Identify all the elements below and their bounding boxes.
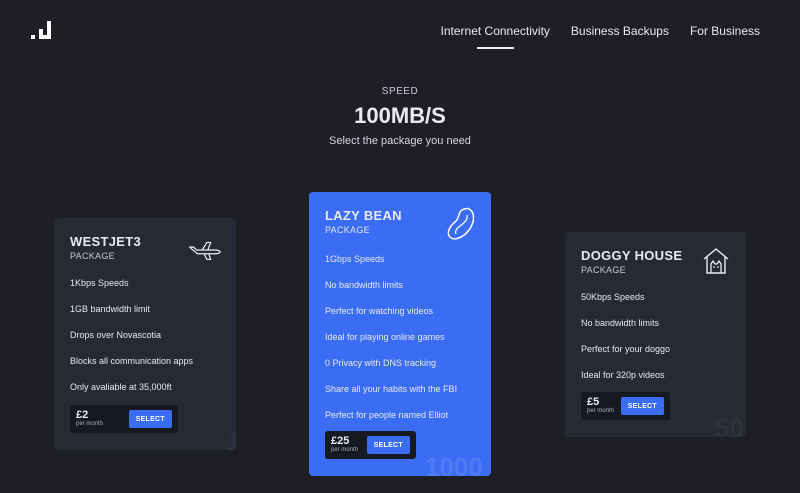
feature-item: No bandwidth limits xyxy=(581,318,660,328)
logo-icon[interactable] xyxy=(31,21,53,43)
select-button[interactable]: SELECT xyxy=(366,436,410,454)
hero-title: 100MB/S xyxy=(354,103,446,128)
feature-item: Share all your habits with the FBI xyxy=(325,384,458,394)
top-nav: Internet Connectivity Business Backups F… xyxy=(441,24,760,49)
feature-item: Perfect for your doggo xyxy=(581,344,671,354)
select-button[interactable]: SELECT xyxy=(620,397,664,415)
feature-list: 1Kbps Speeds 1GB bandwidth limit Drops o… xyxy=(70,277,220,407)
speed-watermark: 1 xyxy=(226,426,236,450)
feature-list: 1Gbps Speeds No bandwidth limits Perfect… xyxy=(325,253,475,435)
hero: SPEED 100MB/S Select the package you nee… xyxy=(0,86,800,147)
price-period: per month xyxy=(331,447,359,453)
feature-list: 50Kbps Speeds No bandwidth limits Perfec… xyxy=(581,291,730,395)
feature-item: Blocks all communication apps xyxy=(70,356,194,366)
price-period: per month xyxy=(76,421,104,427)
bean-icon xyxy=(447,207,475,240)
hero-kicker: SPEED xyxy=(381,86,419,97)
nav-business-backups[interactable]: Business Backups xyxy=(571,24,669,38)
feature-item: 1Kbps Speeds xyxy=(70,278,129,288)
price-box: £25 per month SELECT xyxy=(325,431,416,459)
package-card-doggy-house: DOGGY HOUSE PACKAGE 50Kbps Speeds No ban… xyxy=(565,232,746,437)
airplane-icon xyxy=(188,241,221,261)
speed-watermark: 50 xyxy=(715,413,744,437)
speed-watermark: 1000 xyxy=(425,452,483,476)
price: £2 xyxy=(76,409,89,421)
package-card-westjet3: WESTJET3 PACKAGE 1Kbps Speeds 1GB bandwi… xyxy=(54,218,236,450)
feature-item: Perfect for watching videos xyxy=(325,306,434,316)
price-period: per month xyxy=(587,408,615,414)
feature-item: 50Kbps Speeds xyxy=(581,292,645,302)
price-box: £2 per month SELECT xyxy=(70,405,178,433)
feature-item: Ideal for playing online games xyxy=(325,332,445,342)
feature-item: No bandwidth limits xyxy=(325,280,404,290)
feature-item: Drops over Novascotia xyxy=(70,330,162,340)
select-button[interactable]: SELECT xyxy=(128,410,172,428)
price: £5 xyxy=(587,396,600,408)
price-box: £5 per month SELECT xyxy=(581,392,670,420)
feature-item: 1GB bandwidth limit xyxy=(70,304,151,314)
feature-item: Only avaliable at 35,000ft xyxy=(70,382,172,392)
nav-internet-connectivity[interactable]: Internet Connectivity xyxy=(441,24,550,49)
nav-for-business[interactable]: For Business xyxy=(690,24,760,38)
feature-item: 1Gbps Speeds xyxy=(325,254,385,264)
price: £25 xyxy=(331,435,350,447)
hero-subtitle: Select the package you need xyxy=(329,135,471,147)
package-card-lazy-bean: LAZY BEAN PACKAGE 1Gbps Speeds No bandwi… xyxy=(309,192,491,476)
feature-item: 0 Privacy with DNS tracking xyxy=(325,358,437,368)
doghouse-icon xyxy=(703,248,729,274)
